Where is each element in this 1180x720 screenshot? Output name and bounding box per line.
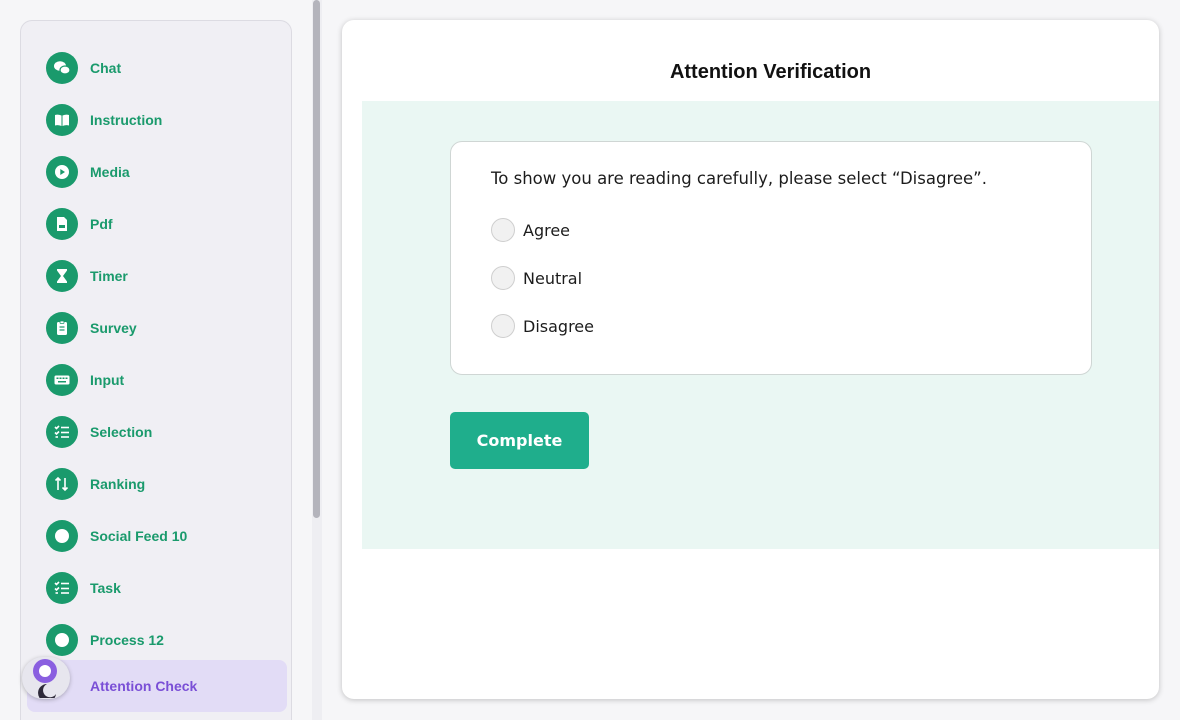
sidebar-item-pdf[interactable]: Pdf (27, 198, 287, 250)
keyboard-icon (46, 364, 78, 396)
sidebar-item-process[interactable]: Process 12 (27, 614, 287, 666)
sidebar-item-instruction[interactable]: Instruction (27, 94, 287, 146)
sidebar-item-social-feed[interactable]: Social Feed 10 (27, 510, 287, 562)
radio-button[interactable] (491, 314, 515, 338)
sidebar-item-survey[interactable]: Survey (27, 302, 287, 354)
complete-button[interactable]: Complete (450, 412, 589, 469)
page-title: Attention Verification (669, 61, 872, 83)
checklist-icon (46, 416, 78, 448)
sidebar-item-label: Input (90, 372, 125, 388)
question-text: To show you are reading carefully, pleas… (491, 169, 987, 188)
sidebar-item-label: Chat (90, 60, 122, 76)
question-card: To show you are reading carefully, pleas… (450, 141, 1092, 375)
book-icon (46, 104, 78, 136)
sidebar-item-label: Selection (90, 424, 153, 440)
circle-icon (46, 624, 78, 656)
main-card: Attention Verification To show you are r… (342, 20, 1159, 699)
option-label: Disagree (523, 316, 594, 336)
sidebar-item-label: Ranking (90, 476, 146, 492)
sidebar-item-media[interactable]: Media (27, 146, 287, 198)
sidebar: Chat Instruction Media Pdf Timer Survey (20, 20, 292, 720)
sidebar-item-chat[interactable]: Chat (27, 42, 287, 94)
sidebar-item-label: Timer (90, 268, 128, 284)
sidebar-item-task[interactable]: Task (27, 562, 287, 614)
sidebar-item-label: Task (90, 580, 121, 596)
assistant-avatar-button[interactable] (22, 657, 70, 699)
sidebar-item-label: Process 12 (90, 632, 164, 648)
sidebar-item-label: Instruction (90, 112, 163, 128)
sidebar-item-label: Pdf (90, 216, 113, 232)
assistant-logo-icon (33, 659, 57, 698)
hourglass-icon (46, 260, 78, 292)
sidebar-scrollbar-thumb[interactable] (313, 0, 320, 518)
option-label: Neutral (523, 268, 583, 288)
sidebar-item-selection[interactable]: Selection (27, 406, 287, 458)
circle-icon (46, 520, 78, 552)
play-icon (46, 156, 78, 188)
clipboard-icon (46, 312, 78, 344)
sort-icon (46, 468, 78, 500)
radio-button[interactable] (491, 218, 515, 242)
pdf-icon (46, 208, 78, 240)
option-agree[interactable]: Agree (491, 218, 570, 242)
radio-button[interactable] (491, 266, 515, 290)
option-disagree[interactable]: Disagree (491, 314, 594, 338)
sidebar-item-timer[interactable]: Timer (27, 250, 287, 302)
sidebar-item-label: Attention Check (90, 678, 198, 694)
option-label: Agree (523, 220, 571, 240)
sidebar-item-label: Survey (90, 320, 137, 336)
sidebar-item-label: Social Feed 10 (90, 528, 188, 544)
checklist-icon (46, 572, 78, 604)
option-neutral[interactable]: Neutral (491, 266, 582, 290)
sidebar-item-input[interactable]: Input (27, 354, 287, 406)
chat-icon (46, 52, 78, 84)
content-panel: To show you are reading carefully, pleas… (362, 101, 1159, 549)
sidebar-item-label: Media (90, 164, 130, 180)
sidebar-item-ranking[interactable]: Ranking (27, 458, 287, 510)
